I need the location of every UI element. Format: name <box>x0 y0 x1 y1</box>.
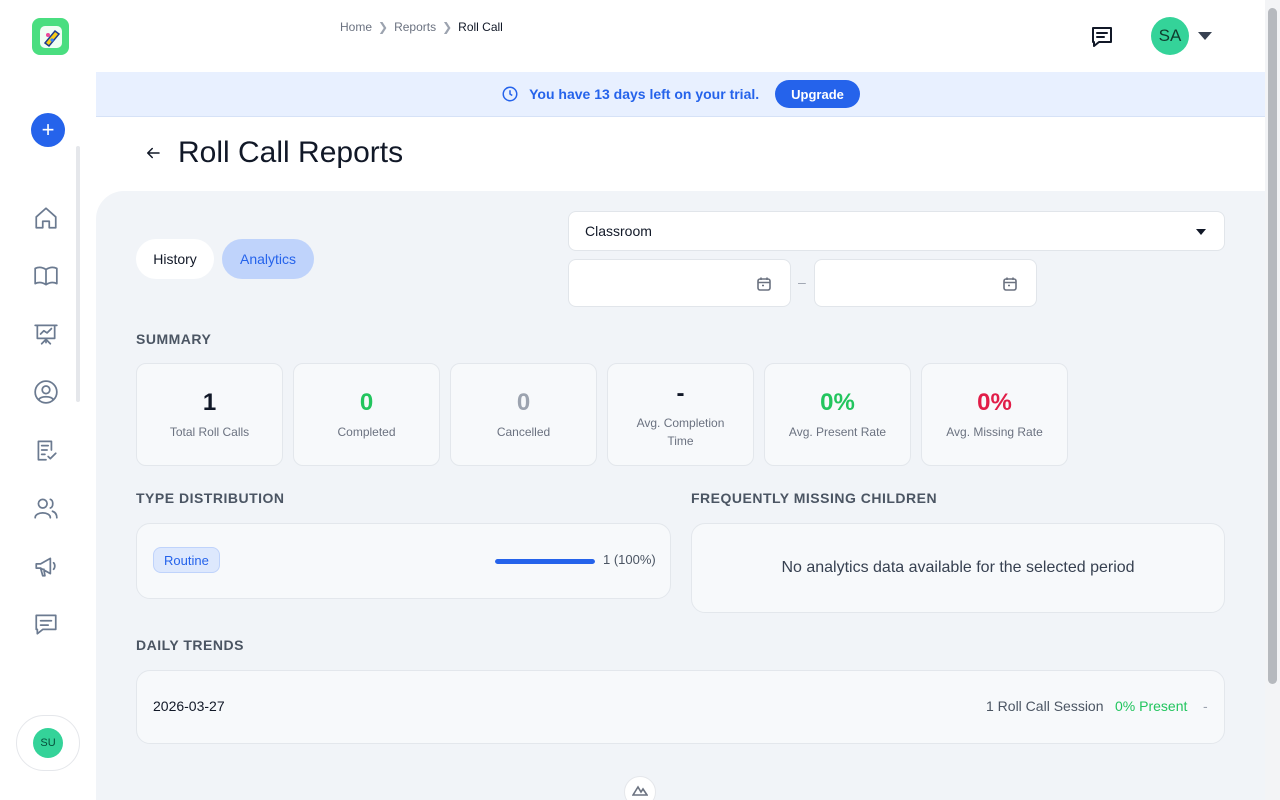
summary-card-avg-completion: - Avg. Completion Time <box>607 363 754 466</box>
clock-icon <box>502 86 518 102</box>
trial-message: You have 13 days left on your trial. <box>529 86 760 102</box>
type-distribution-panel: Routine 1 (100%) <box>136 523 671 599</box>
user-circle-icon <box>34 380 58 404</box>
start-date-input[interactable] <box>568 259 791 307</box>
summary-card-cancelled: 0 Cancelled <box>450 363 597 466</box>
sidebar-item-people[interactable] <box>33 495 59 521</box>
messages-button[interactable] <box>1089 25 1115 49</box>
summary-label: Avg. Completion Time <box>636 415 725 448</box>
type-select[interactable]: Classroom <box>568 211 1225 251</box>
type-badge: Routine <box>153 547 220 573</box>
sidebar-item-announcements[interactable] <box>33 553 59 579</box>
summary-card-missing-rate: 0% Avg. Missing Rate <box>921 363 1068 466</box>
page-title: Roll Call Reports <box>178 136 404 169</box>
chat-icon <box>1092 27 1112 47</box>
type-distribution-title: TYPE DISTRIBUTION <box>136 490 285 506</box>
summary-label: Total Roll Calls <box>169 424 250 439</box>
breadcrumb-home[interactable]: Home <box>340 20 372 34</box>
breadcrumb-reports[interactable]: Reports <box>394 20 436 34</box>
sidebar-item-presentations[interactable] <box>33 321 59 347</box>
missing-children-title: FREQUENTLY MISSING CHILDREN <box>691 490 938 506</box>
caret-down-icon[interactable] <box>1198 32 1212 40</box>
type-count-label: 1 (100%) <box>603 552 656 567</box>
trend-sessions: 1 Roll Call Session <box>986 698 1104 714</box>
sidebar-user-avatar: SU <box>33 728 63 758</box>
scrollbar-thumb[interactable] <box>1268 8 1277 684</box>
trial-banner: You have 13 days left on your trial. Upg… <box>96 72 1265 117</box>
sidebar-item-reports[interactable] <box>33 437 59 463</box>
sidebar-item-home[interactable] <box>33 205 59 231</box>
megaphone-icon <box>35 557 56 577</box>
type-progress-bar <box>495 559 595 564</box>
home-icon <box>35 207 57 229</box>
back-button[interactable] <box>144 144 162 162</box>
app-logo[interactable] <box>32 18 69 55</box>
summary-title: SUMMARY <box>136 331 212 347</box>
message-icon <box>35 614 57 635</box>
date-range-separator: – <box>798 274 806 290</box>
trend-present-rate: 0% Present <box>1115 698 1188 714</box>
sidebar-item-messages[interactable] <box>33 611 59 637</box>
summary-card-present-rate: 0% Avg. Present Rate <box>764 363 911 466</box>
tab-history[interactable]: History <box>136 239 214 279</box>
sidebar-item-profile[interactable] <box>33 379 59 405</box>
missing-children-panel: No analytics data available for the sele… <box>691 523 1225 613</box>
tab-analytics[interactable]: Analytics <box>222 239 314 279</box>
chevron-right-icon: ❯ <box>442 20 453 34</box>
summary-value: - <box>676 379 685 407</box>
summary-value: 1 <box>202 388 217 416</box>
breadcrumb: Home ❯ Reports ❯ Roll Call <box>340 20 503 34</box>
daily-trends-title: DAILY TRENDS <box>136 637 244 653</box>
summary-label: Avg. Missing Rate <box>946 424 1043 439</box>
summary-card-completed: 0 Completed <box>293 363 440 466</box>
trend-date: 2026-03-27 <box>153 698 225 714</box>
users-icon <box>34 498 58 519</box>
clipboard-check-icon <box>37 440 57 461</box>
mountain-logo-icon <box>632 785 648 796</box>
type-progress-fill <box>495 559 595 564</box>
calendar-icon <box>1003 277 1017 291</box>
breadcrumb-current: Roll Call <box>458 20 503 34</box>
calendar-icon <box>757 277 771 291</box>
pencil-logo-icon <box>39 25 62 48</box>
page-scrollbar[interactable] <box>1265 0 1280 800</box>
presentation-icon <box>34 324 58 345</box>
sidebar-item-curriculum[interactable] <box>33 263 59 289</box>
add-button[interactable]: + <box>31 113 65 147</box>
type-select-value: Classroom <box>585 223 652 239</box>
summary-label: Completed <box>337 424 396 439</box>
daily-trend-row[interactable]: 2026-03-27 1 Roll Call Session 0% Presen… <box>136 670 1225 744</box>
sidebar-user-button[interactable]: SU <box>16 715 80 771</box>
summary-value: 0 <box>359 388 374 416</box>
chevron-right-icon: ❯ <box>378 20 389 34</box>
end-date-input[interactable] <box>814 259 1037 307</box>
sidebar-scrollbar[interactable] <box>76 146 80 402</box>
summary-value: 0 <box>516 388 531 416</box>
plus-icon: + <box>41 117 55 142</box>
trend-extra: - <box>1203 698 1208 714</box>
empty-state-message: No analytics data available for the sele… <box>781 559 1135 576</box>
summary-value: 0% <box>977 388 1012 416</box>
arrow-left-icon <box>147 147 160 159</box>
sidebar: + SU <box>0 0 96 800</box>
upgrade-button[interactable]: Upgrade <box>775 80 860 108</box>
book-icon <box>34 266 58 286</box>
summary-label: Avg. Present Rate <box>788 424 887 439</box>
summary-label: Cancelled <box>496 424 551 439</box>
user-avatar[interactable]: SA <box>1151 17 1189 55</box>
summary-value: 0% <box>820 388 855 416</box>
summary-card-total: 1 Total Roll Calls <box>136 363 283 466</box>
devtools-button[interactable] <box>624 776 656 800</box>
caret-down-icon <box>1196 229 1206 235</box>
